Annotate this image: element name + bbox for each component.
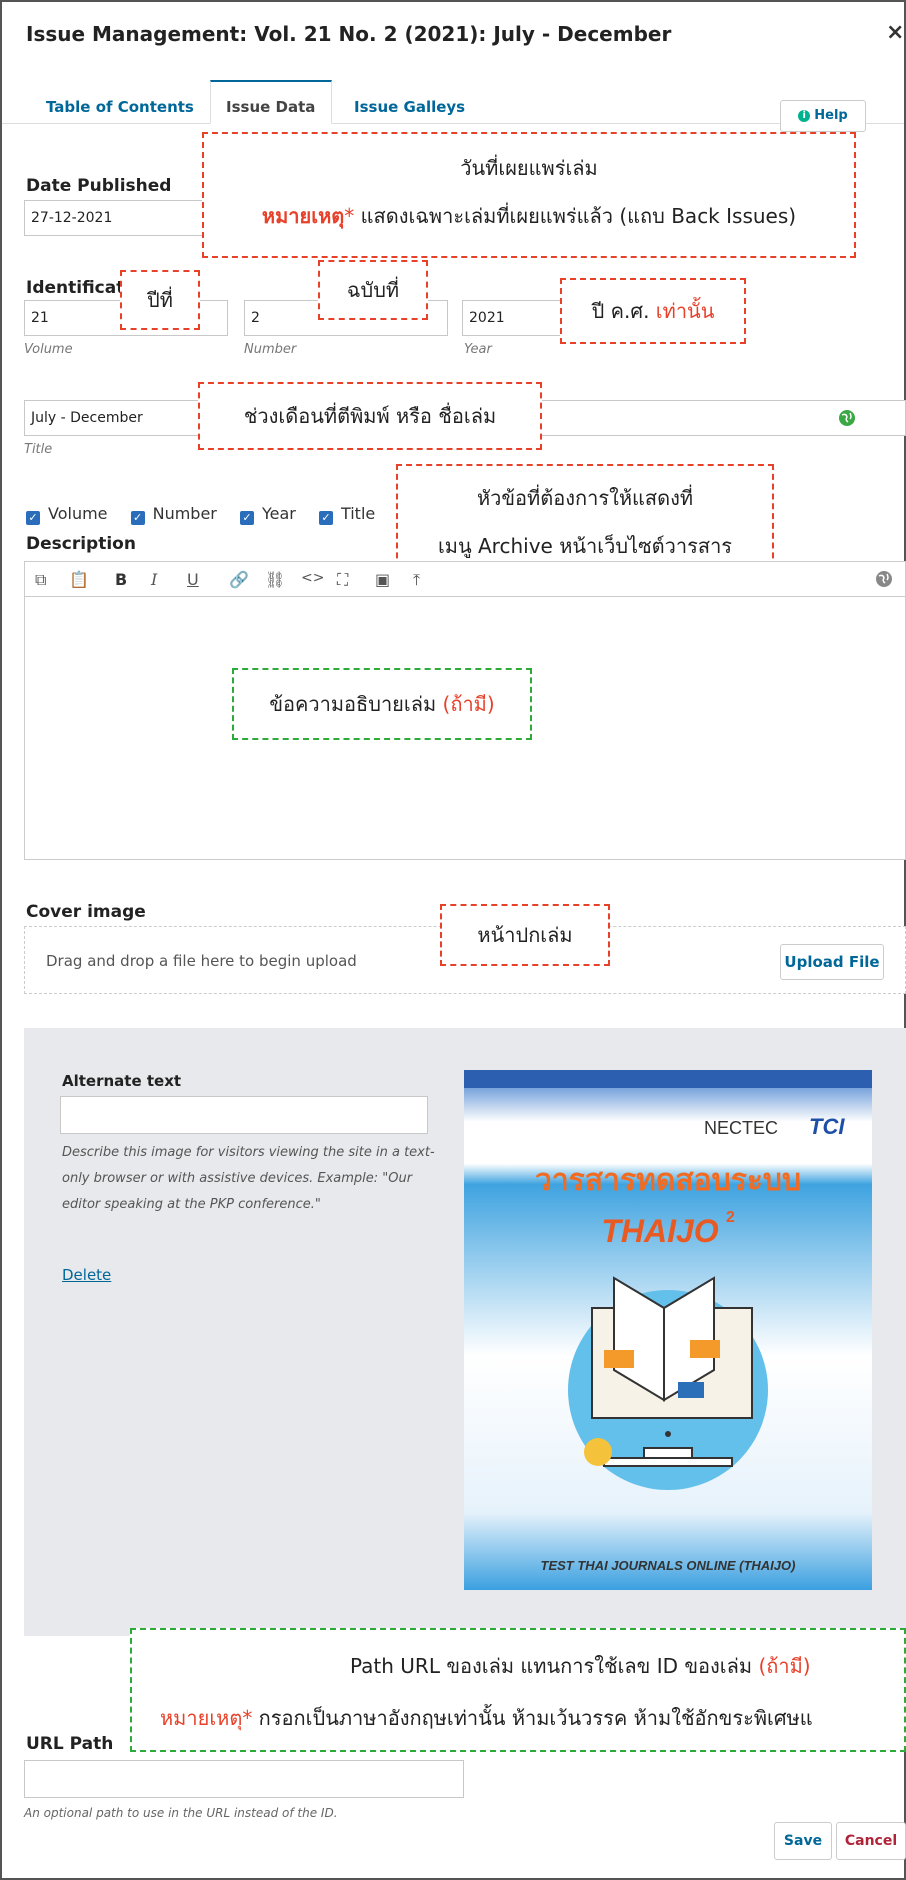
checkbox-checked-icon: ✓ [26,511,40,525]
annotation-note-star: * [344,204,355,228]
checkbox-year[interactable]: ✓ Year [239,504,296,525]
help-icon: i [798,109,811,122]
annotation-desc-red: (ถ้ามี) [442,692,495,716]
paste-icon[interactable]: 📋 [69,570,89,589]
globe-icon[interactable] [838,409,856,427]
checkbox-title[interactable]: ✓ Title [318,504,376,525]
number-sublabel: Number [244,342,297,357]
cover-thumbnail: NECTEC TCI วารสารทดสอบระบบ THAIJO 2 TEST… [464,1070,872,1590]
cover-title: วารสารทดสอบระบบ [535,1163,801,1198]
volume-sublabel: Volume [24,342,73,357]
annotation-show-line2: เมนู Archive หน้าเว็บไซต์วารสาร [437,534,733,558]
bold-icon[interactable]: B [115,570,127,589]
annotation-url-note-prefix: หมายเหตุ* [160,1706,253,1730]
annotation-number: ฉบับที่ [318,260,428,320]
annotation-description: ข้อความอธิบายเล่ม (ถ้ามี) [232,668,532,740]
save-button[interactable]: Save [774,1822,832,1860]
checkbox-title-label: Title [340,504,376,523]
checkbox-number[interactable]: ✓ Number [130,504,217,525]
cover-image-label: Cover image [26,902,146,922]
upload-file-button[interactable]: Upload File [780,944,884,980]
drop-zone-text: Drag and drop a file here to begin uploa… [46,952,357,970]
alternate-text-help: Describe this image for visitors viewing… [62,1145,435,1212]
alternate-text-input[interactable] [60,1096,428,1134]
code-icon[interactable]: <> [301,570,324,586]
image-icon[interactable]: ▣ [375,570,390,589]
year-sublabel: Year [464,342,492,357]
tab-issue-galleys[interactable]: Issue Galleys [354,98,465,116]
annotation-date-published: วันที่เผยแพร่เล่ม หมายเหตุ* แสดงเฉพาะเล่… [202,132,856,258]
tabs-divider [2,123,904,124]
url-path-input[interactable] [24,1760,464,1798]
editor-toolbar: ⧉ 📋 B I U 🔗 ⛓ <> ⛶ ▣ ⤒ [24,561,906,597]
cover-logo-nectec: NECTEC [704,1118,778,1138]
annotation-date-note: หมายเหตุ* แสดงเฉพาะเล่มที่เผยแพร่แล้ว (แ… [204,200,854,232]
checkbox-checked-icon: ✓ [239,511,254,525]
annotation-cover: หน้าปกเล่ม [440,904,610,966]
annotation-note-prefix: หมายเหตุ [261,204,345,228]
annotation-desc-text: ข้อความอธิบายเล่ม [269,692,443,716]
annotation-url-line1: Path URL ของเล่ม แทนการใช้เลข ID ของเล่ม… [350,1650,904,1682]
annotation-volume: ปีที่ [120,270,200,330]
cover-subtitle: THAIJO [601,1213,718,1249]
dialog-title: Issue Management: Vol. 21 No. 2 (2021): … [26,22,672,46]
annotation-year: ปี ค.ศ. เท่านั้น [560,278,746,344]
italic-icon[interactable]: I [151,570,157,589]
annotation-url-line1-text: Path URL ของเล่ม แทนการใช้เลข ID ของเล่ม [350,1654,759,1678]
identification-label: Identificat [26,278,125,298]
checkbox-checked-icon: ✓ [130,511,145,525]
tab-table-of-contents[interactable]: Table of Contents [46,98,194,116]
date-published-input[interactable]: 27-12-2021 [24,200,214,236]
globe-icon[interactable] [875,570,893,588]
checkbox-volume[interactable]: ✓ Volume [26,504,108,525]
checkbox-checked-icon: ✓ [318,511,333,525]
delete-link[interactable]: Delete [62,1266,111,1284]
tab-issue-data[interactable]: Issue Data [226,98,315,116]
annotation-url-line2: หมายเหตุ* กรอกเป็นภาษาอังกฤษเท่านั้น ห้า… [160,1702,904,1734]
annotation-year-red: เท่านั้น [655,299,715,323]
checkbox-volume-label: Volume [48,504,108,523]
annotation-note-text: แสดงเฉพาะเล่มที่เผยแพร่แล้ว (แถบ Back Is… [354,204,797,228]
annotation-year-text: ปี ค.ศ. [591,299,656,323]
annotation-show-line1: หัวข้อที่ต้องการให้แสดงที่ [476,486,694,510]
checkbox-number-label: Number [152,504,217,523]
upload-icon[interactable]: ⤒ [413,570,420,590]
cover-subtitle-sup: 2 [726,1209,735,1226]
checkbox-year-label: Year [261,504,296,523]
cover-logo-tci: TCI [809,1114,845,1139]
cover-artwork: NECTEC TCI วารสารทดสอบระบบ THAIJO 2 TEST… [464,1070,872,1590]
underline-icon[interactable]: U [187,570,199,589]
help-label: Help [814,108,848,123]
unlink-icon[interactable]: ⛓ [265,570,285,589]
title-sublabel: Title [24,442,53,457]
url-path-label: URL Path [26,1734,114,1754]
annotation-date-title: วันที่เผยแพร่เล่ม [460,156,598,180]
annotation-url-note-text: กรอกเป็นภาษาอังกฤษเท่านั้น ห้ามเว้นวรรค … [252,1706,813,1730]
alternate-text-label: Alternate text [62,1072,182,1090]
annotation-url-line1-red: (ถ้ามี) [758,1654,811,1678]
show-options: ✓ Volume ✓ Number ✓ Year ✓ Title [26,504,375,525]
cancel-button[interactable]: Cancel [836,1822,906,1860]
url-path-help: An optional path to use in the URL inste… [24,1806,338,1820]
description-label: Description [26,534,136,554]
copy-icon[interactable]: ⧉ [35,570,46,590]
annotation-title: ช่วงเดือนที่ตีพิมพ์ หรือ ชื่อเล่ม [198,382,542,450]
link-icon[interactable]: 🔗 [229,570,249,589]
annotation-url-path: Path URL ของเล่ม แทนการใช้เลข ID ของเล่ม… [130,1628,906,1752]
help-button[interactable]: i Help [780,100,866,132]
cover-footer: TEST THAI JOURNALS ONLINE (THAIJO) [541,1558,796,1573]
fullscreen-icon[interactable]: ⛶ [337,570,348,590]
date-published-label: Date Published [26,176,172,196]
close-icon[interactable]: × [886,20,904,45]
